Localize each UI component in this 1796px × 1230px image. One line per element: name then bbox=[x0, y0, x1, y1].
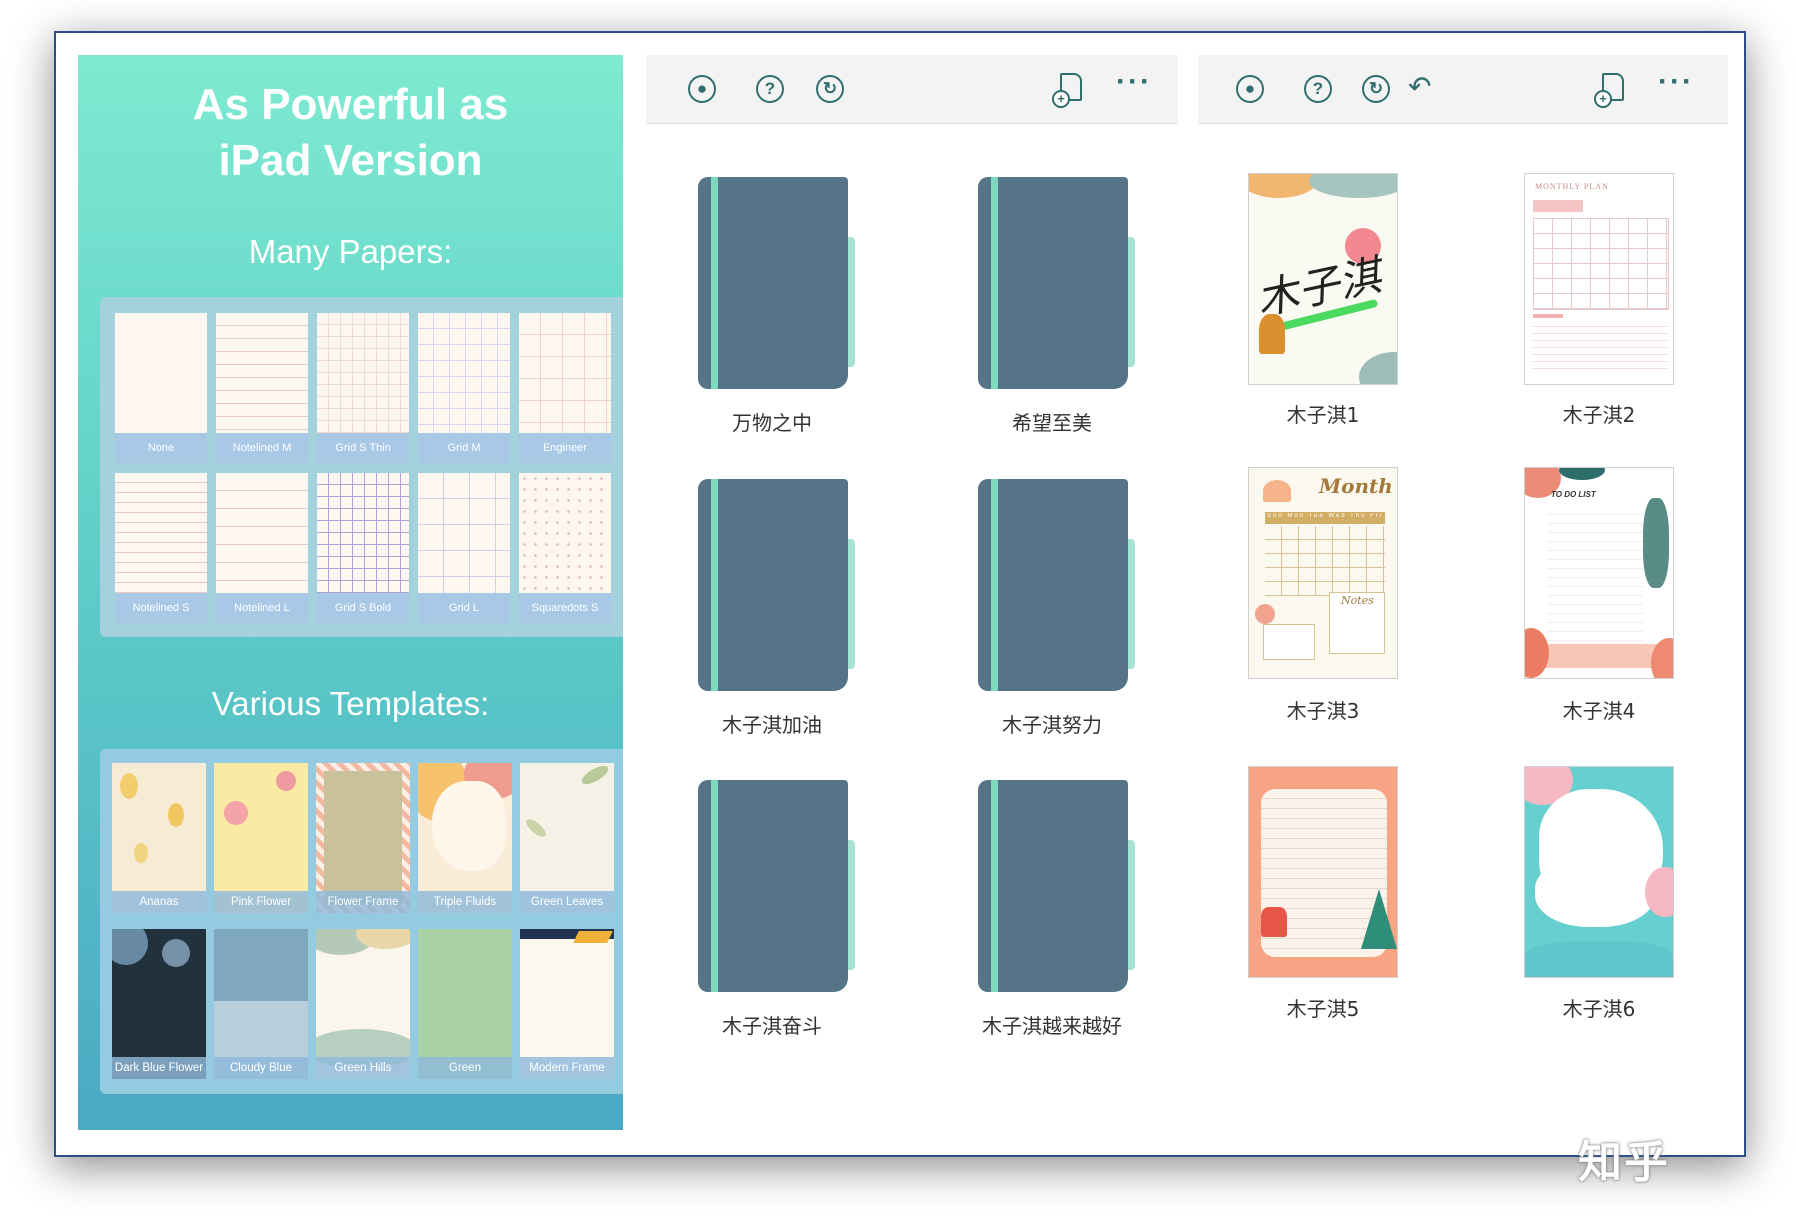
promo-panel: As Powerful as iPad Version Many Papers:… bbox=[78, 55, 623, 1130]
template-thumb-modern-frame[interactable]: Modern Frame bbox=[520, 929, 614, 1079]
paper-thumb-grid-s-thin[interactable]: Grid S Thin bbox=[317, 313, 409, 463]
notebook-5[interactable] bbox=[698, 780, 858, 995]
help-icon[interactable]: ? bbox=[1304, 75, 1332, 103]
template-thumb-triple-fluids[interactable]: Triple Fluids bbox=[418, 763, 512, 913]
promo-title-line2: iPad Version bbox=[218, 136, 483, 185]
page-thumb-3[interactable]: Month Sun Mon Tue Wed Thu Fri Sat Notes bbox=[1248, 467, 1398, 679]
template-gallery: Ananas Pink Flower Flower Frame Triple F… bbox=[100, 749, 623, 1094]
paper-label: Grid S Bold bbox=[317, 593, 409, 623]
handwriting: 木子淇 bbox=[1251, 250, 1386, 325]
promo-title-line1: As Powerful as bbox=[192, 80, 509, 129]
page-thumb-6[interactable] bbox=[1524, 766, 1674, 978]
page-label: 木子淇2 bbox=[1562, 403, 1636, 427]
page-list-panel: ● ? ↻ ↶ ··· 木子淇 木子淇1 MONTHLY PLAN 木子淇2 bbox=[1198, 55, 1728, 1105]
paper-label: Notelined M bbox=[216, 433, 308, 463]
paper-label: Grid M bbox=[418, 433, 510, 463]
sync-icon[interactable]: ↻ bbox=[816, 75, 844, 103]
template-label: Ananas bbox=[112, 891, 206, 913]
undo-icon[interactable]: ↶ bbox=[1408, 71, 1431, 103]
paper-thumb-none[interactable]: None bbox=[115, 313, 207, 463]
notebook-library-panel: ● ? ↻ ··· 万物之中 希望至美 木子淇加油 木子淇努力 木子淇奋斗 木子… bbox=[646, 55, 1178, 1105]
paper-label: Squaredots S bbox=[519, 593, 611, 623]
template-thumb-cloudy-blue[interactable]: Cloudy Blue bbox=[214, 929, 308, 1079]
notebook-2[interactable] bbox=[978, 177, 1138, 392]
template-thumb-green[interactable]: Green bbox=[418, 929, 512, 1079]
page-label: 木子淇4 bbox=[1562, 699, 1636, 723]
template-thumb-green-hills[interactable]: Green Hills bbox=[316, 929, 410, 1079]
notebook-1[interactable] bbox=[698, 177, 858, 392]
notebook-label: 木子淇加油 bbox=[722, 713, 822, 737]
toolbar: ● ? ↻ ··· bbox=[646, 55, 1178, 124]
notebook-label: 木子淇努力 bbox=[1002, 713, 1102, 737]
page-label: 木子淇6 bbox=[1562, 997, 1636, 1021]
paper-label: Grid S Thin bbox=[317, 433, 409, 463]
page-label: 木子淇3 bbox=[1286, 699, 1360, 723]
user-icon[interactable]: ● bbox=[1236, 75, 1264, 103]
template-thumb-ananas[interactable]: Ananas bbox=[112, 763, 206, 913]
templates-heading: Various Templates: bbox=[211, 685, 490, 722]
template-thumb-dark-blue-flower[interactable]: Dark Blue Flower bbox=[112, 929, 206, 1079]
paper-thumb-notelined-s[interactable]: Notelined S bbox=[115, 473, 207, 623]
paper-label: None bbox=[115, 433, 207, 463]
new-document-icon[interactable] bbox=[1052, 73, 1082, 108]
page-label: 木子淇1 bbox=[1286, 403, 1360, 427]
papers-heading: Many Papers: bbox=[248, 233, 453, 270]
notebook-label: 万物之中 bbox=[732, 411, 812, 435]
page-heading: TO DO LIST bbox=[1551, 490, 1596, 499]
page-thumb-1[interactable]: 木子淇 bbox=[1248, 173, 1398, 385]
promo-title: As Powerful as iPad Version bbox=[78, 77, 623, 189]
more-icon[interactable]: ··· bbox=[1116, 65, 1152, 99]
new-page-icon[interactable] bbox=[1594, 73, 1624, 108]
paper-thumb-grid-s-bold[interactable]: Grid S Bold bbox=[317, 473, 409, 623]
paper-thumb-squaredots-s[interactable]: Squaredots S bbox=[519, 473, 611, 623]
notes-label: Notes bbox=[1341, 594, 1374, 607]
template-label: Dark Blue Flower bbox=[112, 1057, 206, 1079]
screenshot-frame: As Powerful as iPad Version Many Papers:… bbox=[54, 31, 1746, 1157]
notebook-label: 木子淇奋斗 bbox=[722, 1014, 822, 1038]
template-label: Triple Fluids bbox=[418, 891, 512, 913]
paper-label: Notelined S bbox=[115, 593, 207, 623]
paper-thumb-grid-m[interactable]: Grid M bbox=[418, 313, 510, 463]
page-heading: MONTHLY PLAN bbox=[1535, 182, 1609, 191]
template-label: Cloudy Blue bbox=[214, 1057, 308, 1079]
paper-label: Notelined L bbox=[216, 593, 308, 623]
more-icon[interactable]: ··· bbox=[1658, 65, 1694, 99]
help-icon[interactable]: ? bbox=[756, 75, 784, 103]
paper-label: Engineer bbox=[519, 433, 611, 463]
paper-thumb-notelined-m[interactable]: Notelined M bbox=[216, 313, 308, 463]
page-thumb-2[interactable]: MONTHLY PLAN bbox=[1524, 173, 1674, 385]
template-thumb-pink-flower[interactable]: Pink Flower bbox=[214, 763, 308, 913]
notebook-4[interactable] bbox=[978, 479, 1138, 694]
template-label: Modern Frame bbox=[520, 1057, 614, 1079]
user-icon[interactable]: ● bbox=[688, 75, 716, 103]
paper-thumb-notelined-l[interactable]: Notelined L bbox=[216, 473, 308, 623]
template-label: Green Hills bbox=[316, 1057, 410, 1079]
page-label: 木子淇5 bbox=[1286, 997, 1360, 1021]
paper-thumb-engineer[interactable]: Engineer bbox=[519, 313, 611, 463]
paper-label: Grid L bbox=[418, 593, 510, 623]
paper-gallery: None Notelined M Grid S Thin Grid M Engi… bbox=[100, 297, 623, 637]
sync-icon[interactable]: ↻ bbox=[1362, 75, 1390, 103]
notebook-label: 木子淇越来越好 bbox=[982, 1014, 1122, 1038]
template-label: Pink Flower bbox=[214, 891, 308, 913]
template-thumb-flower-frame[interactable]: Flower Frame bbox=[316, 763, 410, 913]
toolbar: ● ? ↻ ↶ ··· bbox=[1198, 55, 1728, 124]
template-label: Green bbox=[418, 1057, 512, 1079]
notebook-label: 希望至美 bbox=[1012, 411, 1092, 435]
watermark: 知乎 bbox=[1578, 1137, 1670, 1188]
paper-thumb-grid-l[interactable]: Grid L bbox=[418, 473, 510, 623]
page-heading: Month bbox=[1319, 474, 1393, 498]
page-thumb-5[interactable] bbox=[1248, 766, 1398, 978]
template-label: Green Leaves bbox=[520, 891, 614, 913]
notebook-3[interactable] bbox=[698, 479, 858, 694]
weekday-row: Sun Mon Tue Wed Thu Fri Sat bbox=[1267, 513, 1385, 519]
page-thumb-4[interactable]: TO DO LIST bbox=[1524, 467, 1674, 679]
notebook-6[interactable] bbox=[978, 780, 1138, 995]
template-thumb-green-leaves[interactable]: Green Leaves bbox=[520, 763, 614, 913]
template-label: Flower Frame bbox=[316, 891, 410, 913]
